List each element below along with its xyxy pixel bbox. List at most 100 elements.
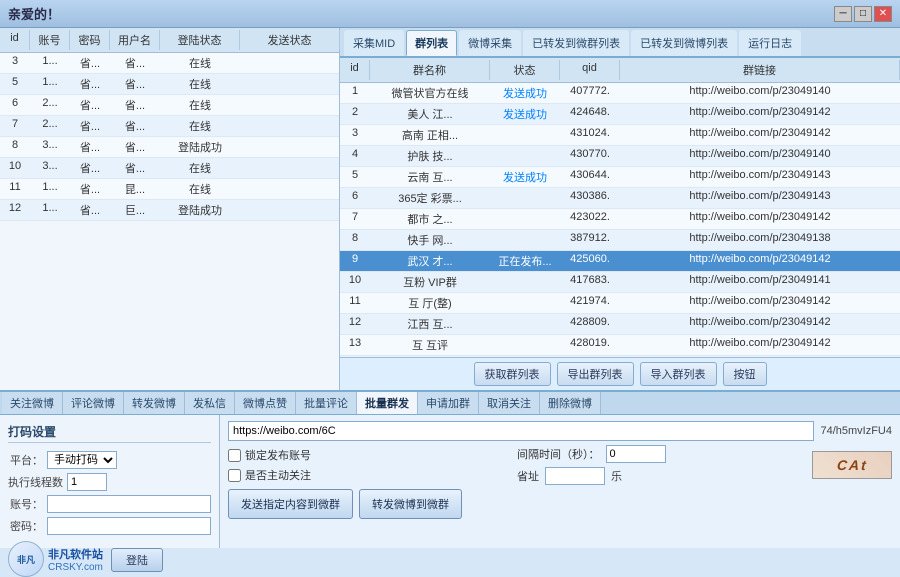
tab-weibo-collect[interactable]: 微博采集	[459, 30, 521, 56]
gcell-link: http://weibo.com/p/23049141	[620, 273, 900, 291]
group-btn-按钮[interactable]: 按钮	[723, 362, 767, 386]
tab-transfer-group[interactable]: 已转发到微群列表	[523, 30, 629, 56]
group-table-row[interactable]: 1 微管状官方在线 发送成功 407772. http://weibo.com/…	[340, 83, 900, 104]
group-table-row[interactable]: 11 互 厅(整) 421974. http://weibo.com/p/230…	[340, 293, 900, 314]
tab-group-list[interactable]: 群列表	[406, 30, 457, 56]
group-table-body: 1 微管状官方在线 发送成功 407772. http://weibo.com/…	[340, 83, 900, 357]
password-input[interactable]	[47, 517, 211, 535]
interval-input[interactable]	[606, 445, 666, 463]
cell-password: 省...	[70, 54, 110, 72]
gcol-name: 群名称	[370, 60, 490, 80]
group-table-row[interactable]: 13 互 互评 428019. http://weibo.com/p/23049…	[340, 335, 900, 356]
cell-password: 省...	[70, 75, 110, 93]
cell-password: 省...	[70, 180, 110, 198]
main-container: id 账号 密码 用户名 登陆状态 发送状态 3 1... 省... 省... …	[0, 28, 900, 390]
left-table-row[interactable]: 7 2... 省... 省... 在线	[0, 116, 339, 137]
group-table-row[interactable]: 5 云南 互... 发送成功 430644. http://weibo.com/…	[340, 167, 900, 188]
bottom-tab-apply-group[interactable]: 申请加群	[418, 392, 479, 414]
gcell-qid: 428809.	[560, 315, 620, 333]
cell-password: 省...	[70, 159, 110, 177]
cell-account: 3...	[30, 138, 70, 156]
group-btn-导入群列表[interactable]: 导入群列表	[640, 362, 717, 386]
gcell-name: 美人 江...	[370, 105, 490, 123]
left-table-row[interactable]: 5 1... 省... 省... 在线	[0, 74, 339, 95]
left-table-row[interactable]: 6 2... 省... 省... 在线	[0, 95, 339, 116]
group-table-row[interactable]: 8 快手 网... 387912. http://weibo.com/p/230…	[340, 230, 900, 251]
active-follow-checkbox[interactable]	[228, 469, 241, 482]
fix-publisher-checkbox[interactable]	[228, 449, 241, 462]
bottom-tab-send-dm[interactable]: 发私信	[185, 392, 235, 414]
bottom-tab-batch-comment[interactable]: 批量评论	[296, 392, 357, 414]
thread-input[interactable]	[67, 473, 107, 491]
gcell-status	[490, 294, 560, 312]
gcell-qid: 430770.	[560, 147, 620, 165]
close-button[interactable]: ✕	[874, 6, 892, 22]
group-table-row[interactable]: 7 都市 之... 423022. http://weibo.com/p/230…	[340, 209, 900, 230]
captcha-image: CAt	[812, 451, 892, 479]
count-text: 74/h5mvIzFU4	[820, 425, 892, 437]
group-table-row[interactable]: 12 江西 互... 428809. http://weibo.com/p/23…	[340, 314, 900, 335]
platform-select[interactable]: 手动打码	[47, 451, 117, 469]
bottom-tab-weibo-praise[interactable]: 微博点赞	[235, 392, 296, 414]
right-panel: 采集MID群列表微博采集已转发到微群列表已转发到微博列表运行日志 id 群名称 …	[340, 28, 900, 390]
bottom-content: 打码设置 平台： 手动打码 执行线程数 账号： 密码： 非凡 非凡软件站 CRS…	[0, 415, 900, 548]
logo-text: 非凡软件站 CRSKY.com	[48, 546, 103, 573]
account-input[interactable]	[47, 495, 211, 513]
bottom-tab-forward-weibo[interactable]: 转发微博	[124, 392, 185, 414]
cell-id: 8	[0, 138, 30, 156]
bottom-tab-batch-send[interactable]: 批量群发	[357, 392, 418, 414]
gcell-qid: 430386.	[560, 189, 620, 207]
bottom-tab-cancel-follow[interactable]: 取消关注	[479, 392, 540, 414]
gcol-status: 状态	[490, 60, 560, 80]
gcell-name: 互 厅(整)	[370, 294, 490, 312]
group-table-row[interactable]: 2 美人 江... 发送成功 424648. http://weibo.com/…	[340, 104, 900, 125]
url-input[interactable]	[228, 421, 814, 441]
tab-run-log[interactable]: 运行日志	[739, 30, 801, 56]
gcol-id: id	[340, 60, 370, 80]
left-table-row[interactable]: 12 1... 省... 巨... 登陆成功	[0, 200, 339, 221]
province-input[interactable]	[545, 467, 605, 485]
forward-to-group-button[interactable]: 转发微博到微群	[359, 489, 462, 519]
group-table-row[interactable]: 3 高南 正相... 431024. http://weibo.com/p/23…	[340, 125, 900, 146]
cell-username: 省...	[110, 96, 160, 114]
gcell-id: 4	[340, 147, 370, 165]
group-btn-导出群列表[interactable]: 导出群列表	[557, 362, 634, 386]
send-to-group-button[interactable]: 发送指定内容到微群	[228, 489, 353, 519]
col-password: 密码	[70, 30, 110, 50]
cell-id: 6	[0, 96, 30, 114]
cell-username: 省...	[110, 138, 160, 156]
cell-account: 1...	[30, 180, 70, 198]
left-table-row[interactable]: 8 3... 省... 省... 登陆成功	[0, 137, 339, 158]
group-table-row[interactable]: 9 武汉 才... 正在发布... 425060. http://weibo.c…	[340, 251, 900, 272]
gcell-id: 9	[340, 252, 370, 270]
bottom-tab-delete-weibo[interactable]: 删除微博	[540, 392, 601, 414]
left-table-row[interactable]: 10 3... 省... 省... 在线	[0, 158, 339, 179]
tab-sent-weibo[interactable]: 已转发到微博列表	[631, 30, 737, 56]
gcell-status	[490, 189, 560, 207]
minimize-button[interactable]: ─	[834, 6, 852, 22]
captcha-panel: 打码设置 平台： 手动打码 执行线程数 账号： 密码： 非凡 非凡软件站 CRS…	[0, 415, 220, 548]
cell-username: 省...	[110, 75, 160, 93]
gcell-id: 11	[340, 294, 370, 312]
gcell-id: 2	[340, 105, 370, 123]
title-bar: 亲爱的！ ─ □ ✕	[0, 0, 900, 28]
account-row: 账号：	[8, 495, 211, 513]
cell-username: 省...	[110, 159, 160, 177]
cell-password: 省...	[70, 96, 110, 114]
group-btn-获取群列表[interactable]: 获取群列表	[474, 362, 551, 386]
bottom-tab-follow-weibo[interactable]: 关注微博	[2, 392, 63, 414]
group-table-row[interactable]: 4 护肤 技... 430770. http://weibo.com/p/230…	[340, 146, 900, 167]
maximize-button[interactable]: □	[854, 6, 872, 22]
tab-collect-mid[interactable]: 采集MID	[344, 30, 404, 56]
left-table-row[interactable]: 11 1... 省... 昆... 在线	[0, 179, 339, 200]
group-table-row[interactable]: 6 365定 彩票... 430386. http://weibo.com/p/…	[340, 188, 900, 209]
thread-row: 执行线程数	[8, 473, 211, 491]
group-table-row[interactable]: 10 互粉 VIP群 417683. http://weibo.com/p/23…	[340, 272, 900, 293]
cell-username: 昆...	[110, 180, 160, 198]
gcell-link: http://weibo.com/p/23049140	[620, 147, 900, 165]
active-follow-label: 是否主动关注	[245, 467, 311, 483]
login-button[interactable]: 登陆	[111, 548, 163, 572]
bottom-tab-comment-weibo[interactable]: 评论微博	[63, 392, 124, 414]
left-table-row[interactable]: 3 1... 省... 省... 在线	[0, 53, 339, 74]
cell-send-status	[240, 180, 339, 198]
